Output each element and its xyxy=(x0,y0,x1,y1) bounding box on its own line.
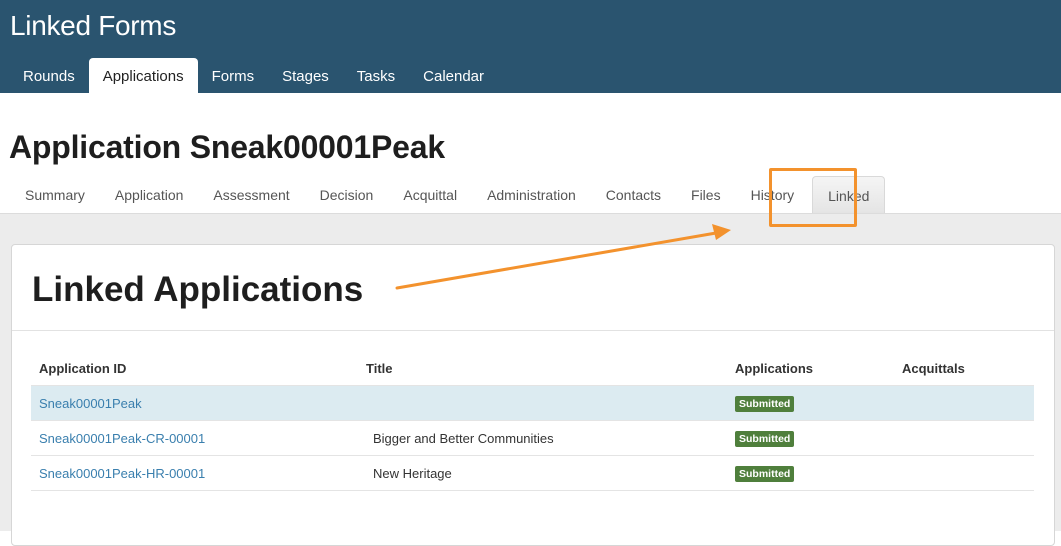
tab-application[interactable]: Application xyxy=(100,176,199,213)
cell-applications: Submitted xyxy=(727,455,894,491)
cell-application-id: Sneak00001Peak-HR-00001 xyxy=(31,455,358,491)
cell-acquittals xyxy=(894,420,1034,456)
main-nav: Rounds Applications Forms Stages Tasks C… xyxy=(9,58,498,93)
cell-acquittals xyxy=(894,385,1034,421)
tab-linked[interactable]: Linked xyxy=(812,176,886,214)
cell-applications: Submitted xyxy=(727,420,894,456)
status-badge: Submitted xyxy=(735,395,795,412)
tab-contacts[interactable]: Contacts xyxy=(591,176,676,213)
column-header-applications: Applications xyxy=(727,351,894,386)
status-badge: Submitted xyxy=(735,465,795,482)
linked-applications-table: Application ID Title Applications Acquit… xyxy=(31,351,1034,491)
application-link[interactable]: Sneak00001Peak-CR-00001 xyxy=(39,431,205,446)
column-header-title: Title xyxy=(358,351,727,386)
nav-item-calendar[interactable]: Calendar xyxy=(409,58,498,93)
nav-item-forms[interactable]: Forms xyxy=(198,58,269,93)
cell-applications: Submitted xyxy=(727,385,894,421)
cell-acquittals xyxy=(894,455,1034,491)
tab-assessment[interactable]: Assessment xyxy=(198,176,304,213)
tab-summary[interactable]: Summary xyxy=(10,176,100,213)
panel-divider xyxy=(12,330,1054,331)
column-header-acquittals: Acquittals xyxy=(894,351,1034,386)
application-link[interactable]: Sneak00001Peak-HR-00001 xyxy=(39,466,205,481)
nav-item-applications[interactable]: Applications xyxy=(88,58,198,93)
app-title: Linked Forms xyxy=(10,10,177,41)
table-row[interactable]: Sneak00001Peak-HR-00001 New Heritage Sub… xyxy=(31,455,1034,491)
table-row[interactable]: Sneak00001Peak-CR-00001 Bigger and Bette… xyxy=(31,420,1034,456)
cell-application-id: Sneak00001Peak-CR-00001 xyxy=(31,420,358,456)
cell-title: New Heritage xyxy=(358,455,727,491)
status-badge: Submitted xyxy=(735,430,795,447)
nav-item-rounds[interactable]: Rounds xyxy=(9,58,89,93)
page-title: Application Sneak00001Peak xyxy=(9,129,445,165)
top-header: Linked Forms Rounds Applications Forms S… xyxy=(0,0,1061,93)
application-tabs: Summary Application Assessment Decision … xyxy=(10,176,886,214)
tab-decision[interactable]: Decision xyxy=(305,176,389,213)
tab-administration[interactable]: Administration xyxy=(472,176,591,213)
cell-title: Bigger and Better Communities xyxy=(358,420,727,456)
table-row[interactable]: Sneak00001Peak Submitted xyxy=(31,385,1034,421)
tab-history[interactable]: History xyxy=(736,176,810,213)
panel-heading: Linked Applications xyxy=(32,270,364,309)
linked-applications-panel: Linked Applications Application ID Title… xyxy=(11,244,1055,546)
table-header-row: Application ID Title Applications Acquit… xyxy=(31,351,1034,386)
nav-item-tasks[interactable]: Tasks xyxy=(343,58,409,93)
cell-application-id: Sneak00001Peak xyxy=(31,385,358,421)
application-link[interactable]: Sneak00001Peak xyxy=(39,396,142,411)
column-header-application-id: Application ID xyxy=(31,351,358,386)
cell-title xyxy=(358,385,727,421)
nav-item-stages[interactable]: Stages xyxy=(268,58,343,93)
tab-acquittal[interactable]: Acquittal xyxy=(388,176,472,213)
tab-files[interactable]: Files xyxy=(676,176,736,213)
